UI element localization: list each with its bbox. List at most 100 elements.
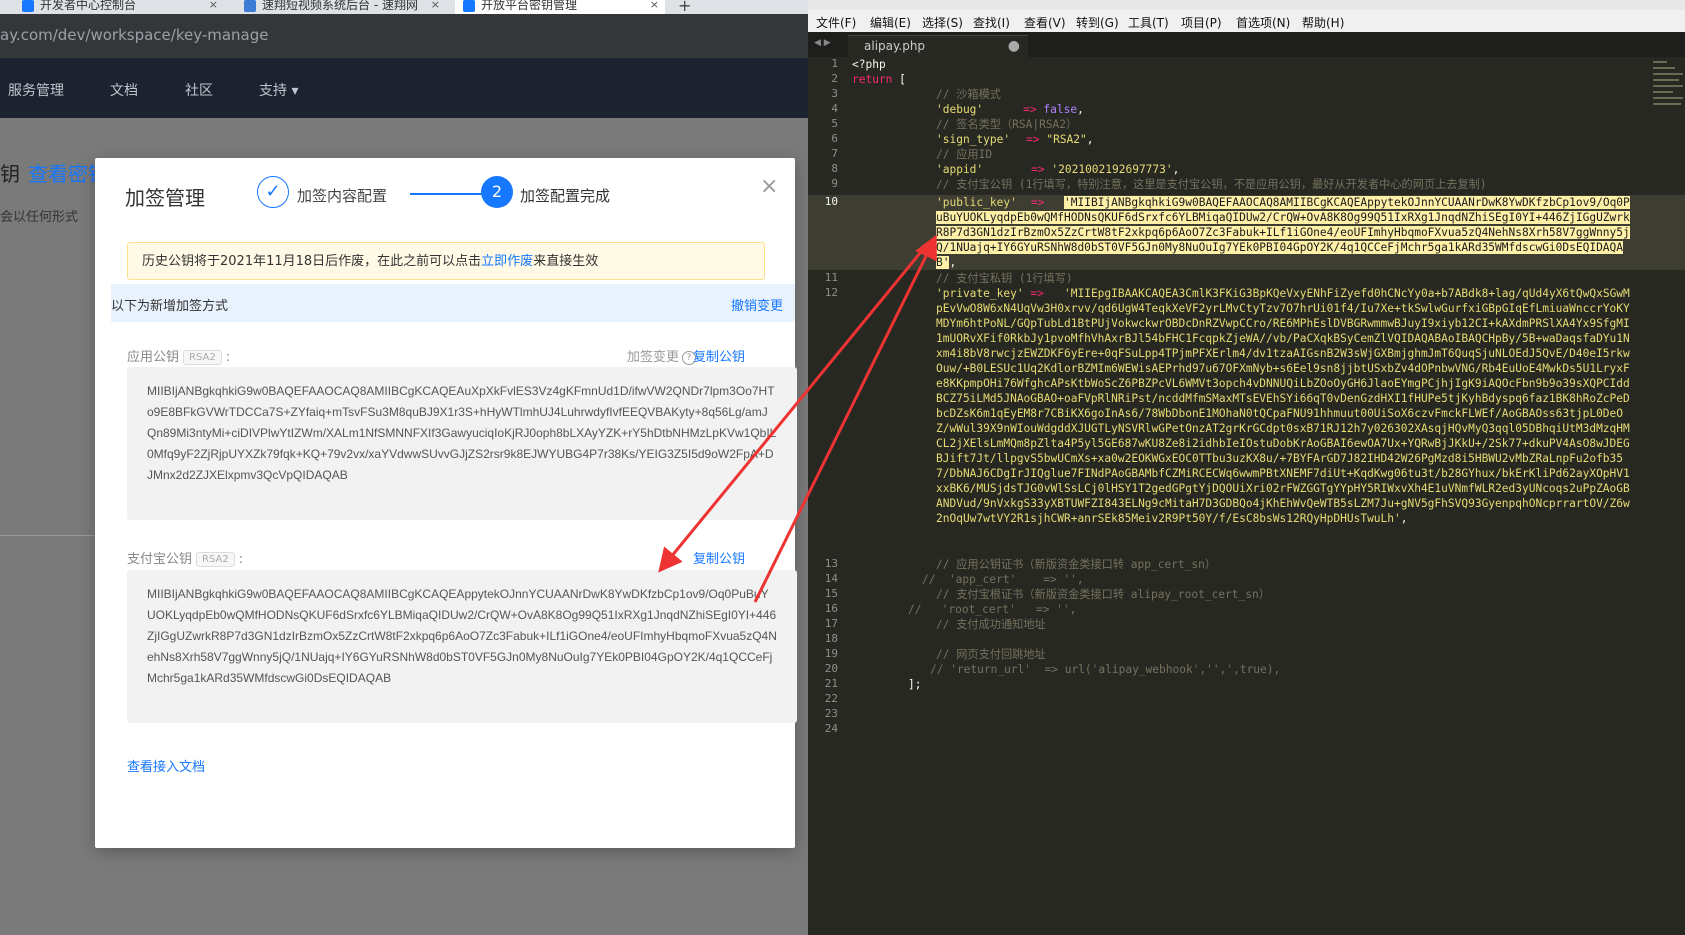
sign-change-text: 加签变更: [627, 350, 680, 365]
nav-item-docs[interactable]: 文档: [110, 80, 138, 100]
code-line-16: // 'root_cert' => '',: [908, 603, 1077, 616]
code-line-5: // 签名类型（RSA|RSA2）: [936, 118, 1078, 131]
view-integration-docs-link[interactable]: 查看接入文档: [127, 756, 205, 775]
code-token: false: [1043, 103, 1078, 116]
revoke-now-link[interactable]: 立即作废: [481, 254, 533, 269]
code-line-6: 'sign_type' => "RSA2",: [936, 132, 1094, 147]
code-token: "RSA2": [1046, 133, 1087, 146]
step-complete-check-icon: ✓: [257, 176, 289, 208]
code-token: [: [892, 73, 906, 86]
step2-number-badge: 2: [481, 176, 513, 208]
app-public-key-value[interactable]: MIIBIjANBgkqhkiG9w0BAQEFAAOCAQ8AMIIBCgKC…: [127, 367, 797, 520]
line-number: 20: [824, 662, 838, 675]
minimap-line: [1653, 61, 1667, 63]
menu-preferences[interactable]: 首选项(N): [1236, 14, 1290, 31]
menu-file[interactable]: 文件(F): [816, 14, 856, 31]
code-line-21: ];: [908, 678, 922, 691]
close-dialog-icon[interactable]: ×: [760, 174, 778, 199]
menu-edit[interactable]: 编辑(E): [870, 14, 911, 31]
code-token: '2021002192697773': [1051, 163, 1173, 176]
file-tab-label: alipay.php: [864, 39, 926, 53]
minimap-line: [1653, 67, 1675, 69]
menu-project[interactable]: 项目(P): [1181, 14, 1222, 31]
step-connector: [410, 193, 492, 195]
code-token: ,: [1172, 163, 1180, 176]
code-token: 'debug': [936, 103, 984, 116]
browser-tab-video-admin[interactable]: 速翔短视频系统后台 - 速翔网 ×: [236, 0, 446, 14]
line-number: 7: [831, 147, 838, 160]
browser-tab-developer-console[interactable]: 开发者中心控制台 ×: [14, 0, 224, 14]
rsa2-badge: RSA2: [183, 350, 222, 365]
menu-select[interactable]: 选择(S): [922, 14, 963, 31]
code-line-19: // 网页支付回跳地址: [936, 648, 1046, 661]
code-token: =>: [1023, 103, 1037, 116]
private-key-string: 'MIIEpgIBAAKCAQEA3CmlK3FKiG3BpKQeVxyENhF…: [936, 287, 1630, 525]
line-number: 12: [824, 286, 838, 299]
line-number: 9: [831, 177, 838, 190]
code-token: return: [852, 73, 893, 86]
site-favicon-icon: [244, 0, 256, 12]
copy-alipay-public-key-button[interactable]: 复制公钥: [693, 548, 745, 567]
line-number: 18: [824, 632, 838, 645]
file-tab-alipay-php[interactable]: alipay.php ●: [848, 35, 1028, 57]
line-number: 4: [831, 102, 838, 115]
minimap-line: [1653, 97, 1683, 99]
menu-goto[interactable]: 转到(G): [1076, 14, 1119, 31]
public-key-code-value[interactable]: 'MIIBIjANBgkqhkiG9w0BAQEFAAOCAQ8AMIIBCgK…: [936, 195, 1636, 270]
minimap-line: [1653, 103, 1681, 105]
line-number: 23: [824, 707, 838, 720]
app-public-key-label: 应用公钥 RSA2:: [127, 346, 230, 365]
signing-change-link[interactable]: 加签变更?: [627, 346, 697, 365]
minimap-line: [1653, 73, 1683, 75]
revoke-change-link[interactable]: 撤销变更: [731, 295, 783, 314]
code-line-14: // 'app_cert' => '',: [922, 573, 1084, 586]
alipay-public-key-value[interactable]: MIIBIjANBgkqhkiG9w0BAQEFAAOCAQ8AMIIBCgKC…: [127, 570, 797, 723]
tab-scroll-arrows-icon[interactable]: ◀ ▶: [814, 38, 831, 48]
step1-label: 加签内容配置: [297, 187, 388, 205]
close-tab-icon[interactable]: ×: [209, 0, 218, 10]
code-line-9: // 支付宝公钥 (1行填写，特别注意，这里是支付宝公钥，不是应用公钥，最好从开…: [936, 178, 1487, 191]
new-tab-button[interactable]: +: [678, 0, 691, 15]
section-label: 以下为新增加签方式: [111, 299, 229, 314]
label-text: 应用公钥: [127, 350, 180, 365]
tab-label: 开放平台密钥管理: [481, 0, 578, 12]
private-key-code-value[interactable]: 'MIIEpgIBAAKCAQEA3CmlK3FKiG3BpKQeVxyENhF…: [936, 286, 1636, 526]
alipay-icon: [463, 0, 475, 12]
browser-tab-key-manage[interactable]: 开放平台密钥管理 ×: [455, 0, 665, 14]
close-tab-icon[interactable]: ×: [431, 0, 440, 10]
nav-item-service-management[interactable]: 服务管理: [8, 80, 64, 100]
minimap[interactable]: [1653, 57, 1685, 167]
close-tab-icon[interactable]: ×: [650, 0, 659, 10]
menu-help[interactable]: 帮助(H): [1302, 14, 1344, 31]
menu-view[interactable]: 查看(V): [1024, 14, 1066, 31]
code-line-3: // 沙箱模式: [936, 88, 1001, 101]
copy-app-public-key-button[interactable]: 复制公钥: [693, 346, 745, 365]
menu-tools[interactable]: 工具(T): [1128, 14, 1169, 31]
menu-find[interactable]: 查找(I): [973, 14, 1010, 31]
unsaved-dot-icon[interactable]: ●: [1008, 36, 1020, 56]
editor-tab-bar: ◀ ▶ alipay.php ●: [808, 32, 1685, 57]
selected-public-key[interactable]: 'MIIBIjANBgkqhkiG9w0BAQEFAAOCAQ8AMIIBCgK…: [936, 196, 1630, 269]
label-text: 支付宝公钥: [127, 552, 193, 567]
address-bar[interactable]: ay.com/dev/workspace/key-manage: [0, 14, 808, 58]
page-note-fragment: 会以任何形式: [0, 210, 79, 225]
line-number: 24: [824, 722, 838, 735]
code-line-7: // 应用ID: [936, 148, 993, 161]
rsa2-badge: RSA2: [196, 552, 235, 567]
minimap-line: [1653, 79, 1679, 81]
line-number: 17: [824, 617, 838, 630]
code-line-17: // 支付成功通知地址: [936, 618, 1046, 631]
url-text[interactable]: ay.com/dev/workspace/key-manage: [0, 26, 268, 44]
code-token: 'sign_type': [936, 133, 1011, 146]
nav-item-support[interactable]: 支持 ▾: [259, 80, 298, 100]
code-line-1: <?php: [852, 58, 886, 71]
code-line-2: return [: [852, 72, 906, 87]
editor-menu-bar: 文件(F) 编辑(E) 选择(S) 查找(I) 查看(V) 转到(G) 工具(T…: [808, 10, 1685, 32]
code-token: =>: [1031, 163, 1045, 176]
line-number: 8: [831, 162, 838, 175]
dialog-title: 加签管理: [125, 186, 205, 210]
browser-tab-bar: 开发者中心控制台 × 速翔短视频系统后台 - 速翔网 × 开放平台密钥管理 × …: [0, 0, 808, 15]
code-token: ,: [1077, 103, 1084, 116]
line-number: 15: [824, 587, 838, 600]
nav-item-community[interactable]: 社区: [185, 80, 213, 100]
